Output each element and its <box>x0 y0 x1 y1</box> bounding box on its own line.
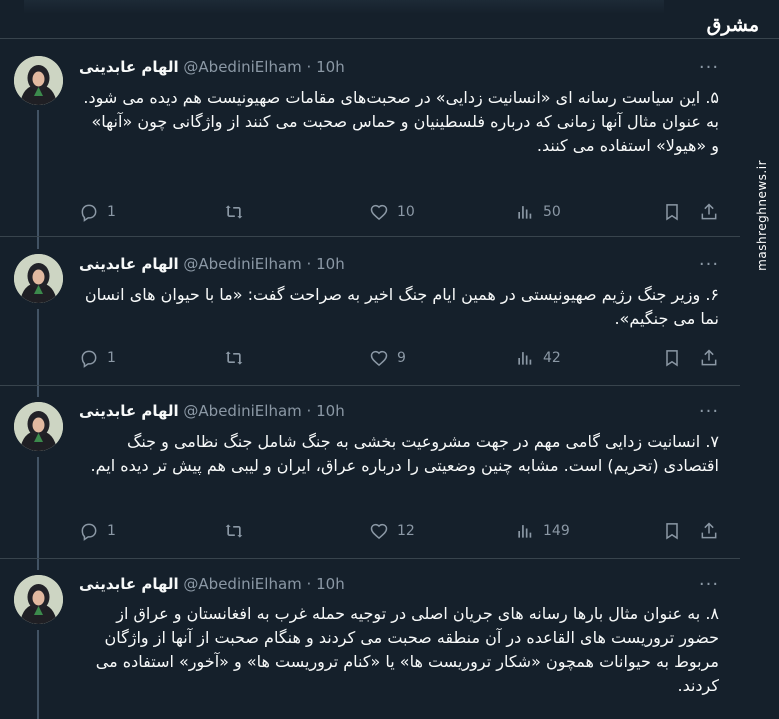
tweet[interactable]: الهام عابدینی @AbediniElham · 10h ··· ۷.… <box>0 386 740 559</box>
timestamp[interactable]: 10h <box>316 255 345 273</box>
bookmark-icon <box>666 350 678 367</box>
like-button[interactable]: 10 <box>369 200 415 224</box>
avatar-image <box>14 254 63 303</box>
views-count: 50 <box>543 204 561 220</box>
views-count: 42 <box>543 350 561 366</box>
site-watermark: mashreghnews.ir <box>755 160 769 271</box>
tweet[interactable]: الهام عابدینی @AbediniElham · 10h ··· ۵.… <box>0 38 740 237</box>
repost-icon <box>225 351 243 365</box>
reply-count: 1 <box>107 204 116 220</box>
heart-icon <box>370 204 388 221</box>
separator-dot: · <box>306 402 312 420</box>
reply-count: 1 <box>107 350 116 366</box>
views-button[interactable]: 149 <box>515 519 570 543</box>
tweet-header: الهام عابدینی @AbediniElham · 10h <box>79 575 345 595</box>
share-button[interactable] <box>699 519 719 543</box>
timestamp[interactable]: 10h <box>316 58 345 76</box>
previous-tweet-fade <box>24 0 664 14</box>
thread-line <box>37 457 39 558</box>
share-icon <box>701 349 717 366</box>
repost-icon <box>225 524 243 538</box>
separator-dot: · <box>306 58 312 76</box>
like-count: 10 <box>397 204 415 220</box>
more-options-icon[interactable]: ··· <box>698 576 720 599</box>
views-chart-icon <box>518 206 532 219</box>
user-handle[interactable]: @AbediniElham <box>183 58 301 76</box>
tweet-text: ۶. وزیر جنگ رژیم صهیونیستی در همین ایام … <box>84 285 719 328</box>
reply-icon <box>81 204 97 222</box>
timestamp[interactable]: 10h <box>316 402 345 420</box>
more-options-icon[interactable]: ··· <box>698 256 720 279</box>
avatar[interactable] <box>14 56 63 105</box>
tweet-header: الهام عابدینی @AbediniElham · 10h <box>79 402 345 422</box>
views-chart-icon <box>518 525 532 538</box>
thread-line <box>37 386 39 397</box>
views-button[interactable]: 50 <box>515 200 561 224</box>
display-name[interactable]: الهام عابدینی <box>79 58 179 76</box>
reply-button[interactable]: 1 <box>79 519 116 543</box>
top-bar <box>0 0 779 39</box>
display-name[interactable]: الهام عابدینی <box>79 575 179 593</box>
bookmark-button[interactable] <box>662 519 682 543</box>
timestamp[interactable]: 10h <box>316 575 345 593</box>
repost-button[interactable] <box>224 346 252 370</box>
views-button[interactable]: 42 <box>515 346 561 370</box>
repost-button[interactable] <box>224 200 252 224</box>
display-name[interactable]: الهام عابدینی <box>79 255 179 273</box>
separator-dot: · <box>306 255 312 273</box>
more-options-icon[interactable]: ··· <box>698 403 720 426</box>
reply-icon <box>81 523 97 541</box>
share-icon <box>701 522 717 539</box>
user-handle[interactable]: @AbediniElham <box>183 402 301 420</box>
mashregh-logo: مشرق <box>706 14 759 36</box>
tweet-text: ۷. انسانیت زدایی گامی مهم در جهت مشروعیت… <box>90 432 719 475</box>
views-count: 149 <box>543 523 570 539</box>
reply-icon <box>81 350 97 368</box>
reply-button[interactable]: 1 <box>79 346 116 370</box>
thread-line <box>37 110 39 236</box>
tweet-actions: 1 12 149 <box>79 519 721 543</box>
like-count: 12 <box>397 523 415 539</box>
repost-icon <box>225 205 243 219</box>
tweet[interactable]: الهام عابدینی @AbediniElham · 10h ··· ۶.… <box>0 237 740 386</box>
separator-dot: · <box>306 575 312 593</box>
avatar[interactable] <box>14 575 63 624</box>
tweet-header: الهام عابدینی @AbediniElham · 10h <box>79 58 345 78</box>
avatar[interactable] <box>14 402 63 451</box>
tweet-feed: الهام عابدینی @AbediniElham · 10h ··· ۵.… <box>0 38 740 719</box>
bookmark-icon <box>666 523 678 540</box>
repost-button[interactable] <box>224 519 252 543</box>
share-button[interactable] <box>699 346 719 370</box>
user-handle[interactable]: @AbediniElham <box>183 575 301 593</box>
tweet-text: ۸. به عنوان مثال بارها رسانه های جریان ا… <box>95 604 719 695</box>
like-button[interactable]: 9 <box>369 346 406 370</box>
views-chart-icon <box>518 352 532 365</box>
avatar-image <box>14 402 63 451</box>
share-icon <box>701 203 717 220</box>
like-button[interactable]: 12 <box>369 519 415 543</box>
avatar[interactable] <box>14 254 63 303</box>
tweet-text: ۵. این سیاست رسانه ای «انسانیت زدایی» در… <box>83 88 719 155</box>
tweet-actions: 1 9 42 <box>79 346 721 370</box>
more-options-icon[interactable]: ··· <box>698 59 720 82</box>
reply-count: 1 <box>107 523 116 539</box>
thread-line <box>37 559 39 570</box>
share-button[interactable] <box>699 200 719 224</box>
bookmark-button[interactable] <box>662 200 682 224</box>
bookmark-button[interactable] <box>662 346 682 370</box>
heart-icon <box>370 523 388 540</box>
thread-line <box>37 309 39 385</box>
tweet[interactable]: الهام عابدینی @AbediniElham · 10h ··· ۸.… <box>0 559 740 719</box>
bookmark-icon <box>666 204 678 221</box>
avatar-image <box>14 575 63 624</box>
display-name[interactable]: الهام عابدینی <box>79 402 179 420</box>
thread-line <box>37 237 39 249</box>
user-handle[interactable]: @AbediniElham <box>183 255 301 273</box>
heart-icon <box>370 350 388 367</box>
like-count: 9 <box>397 350 406 366</box>
tweet-actions: 1 10 50 <box>79 200 721 224</box>
tweet-header: الهام عابدینی @AbediniElham · 10h <box>79 255 345 275</box>
avatar-image <box>14 56 63 105</box>
reply-button[interactable]: 1 <box>79 200 116 224</box>
